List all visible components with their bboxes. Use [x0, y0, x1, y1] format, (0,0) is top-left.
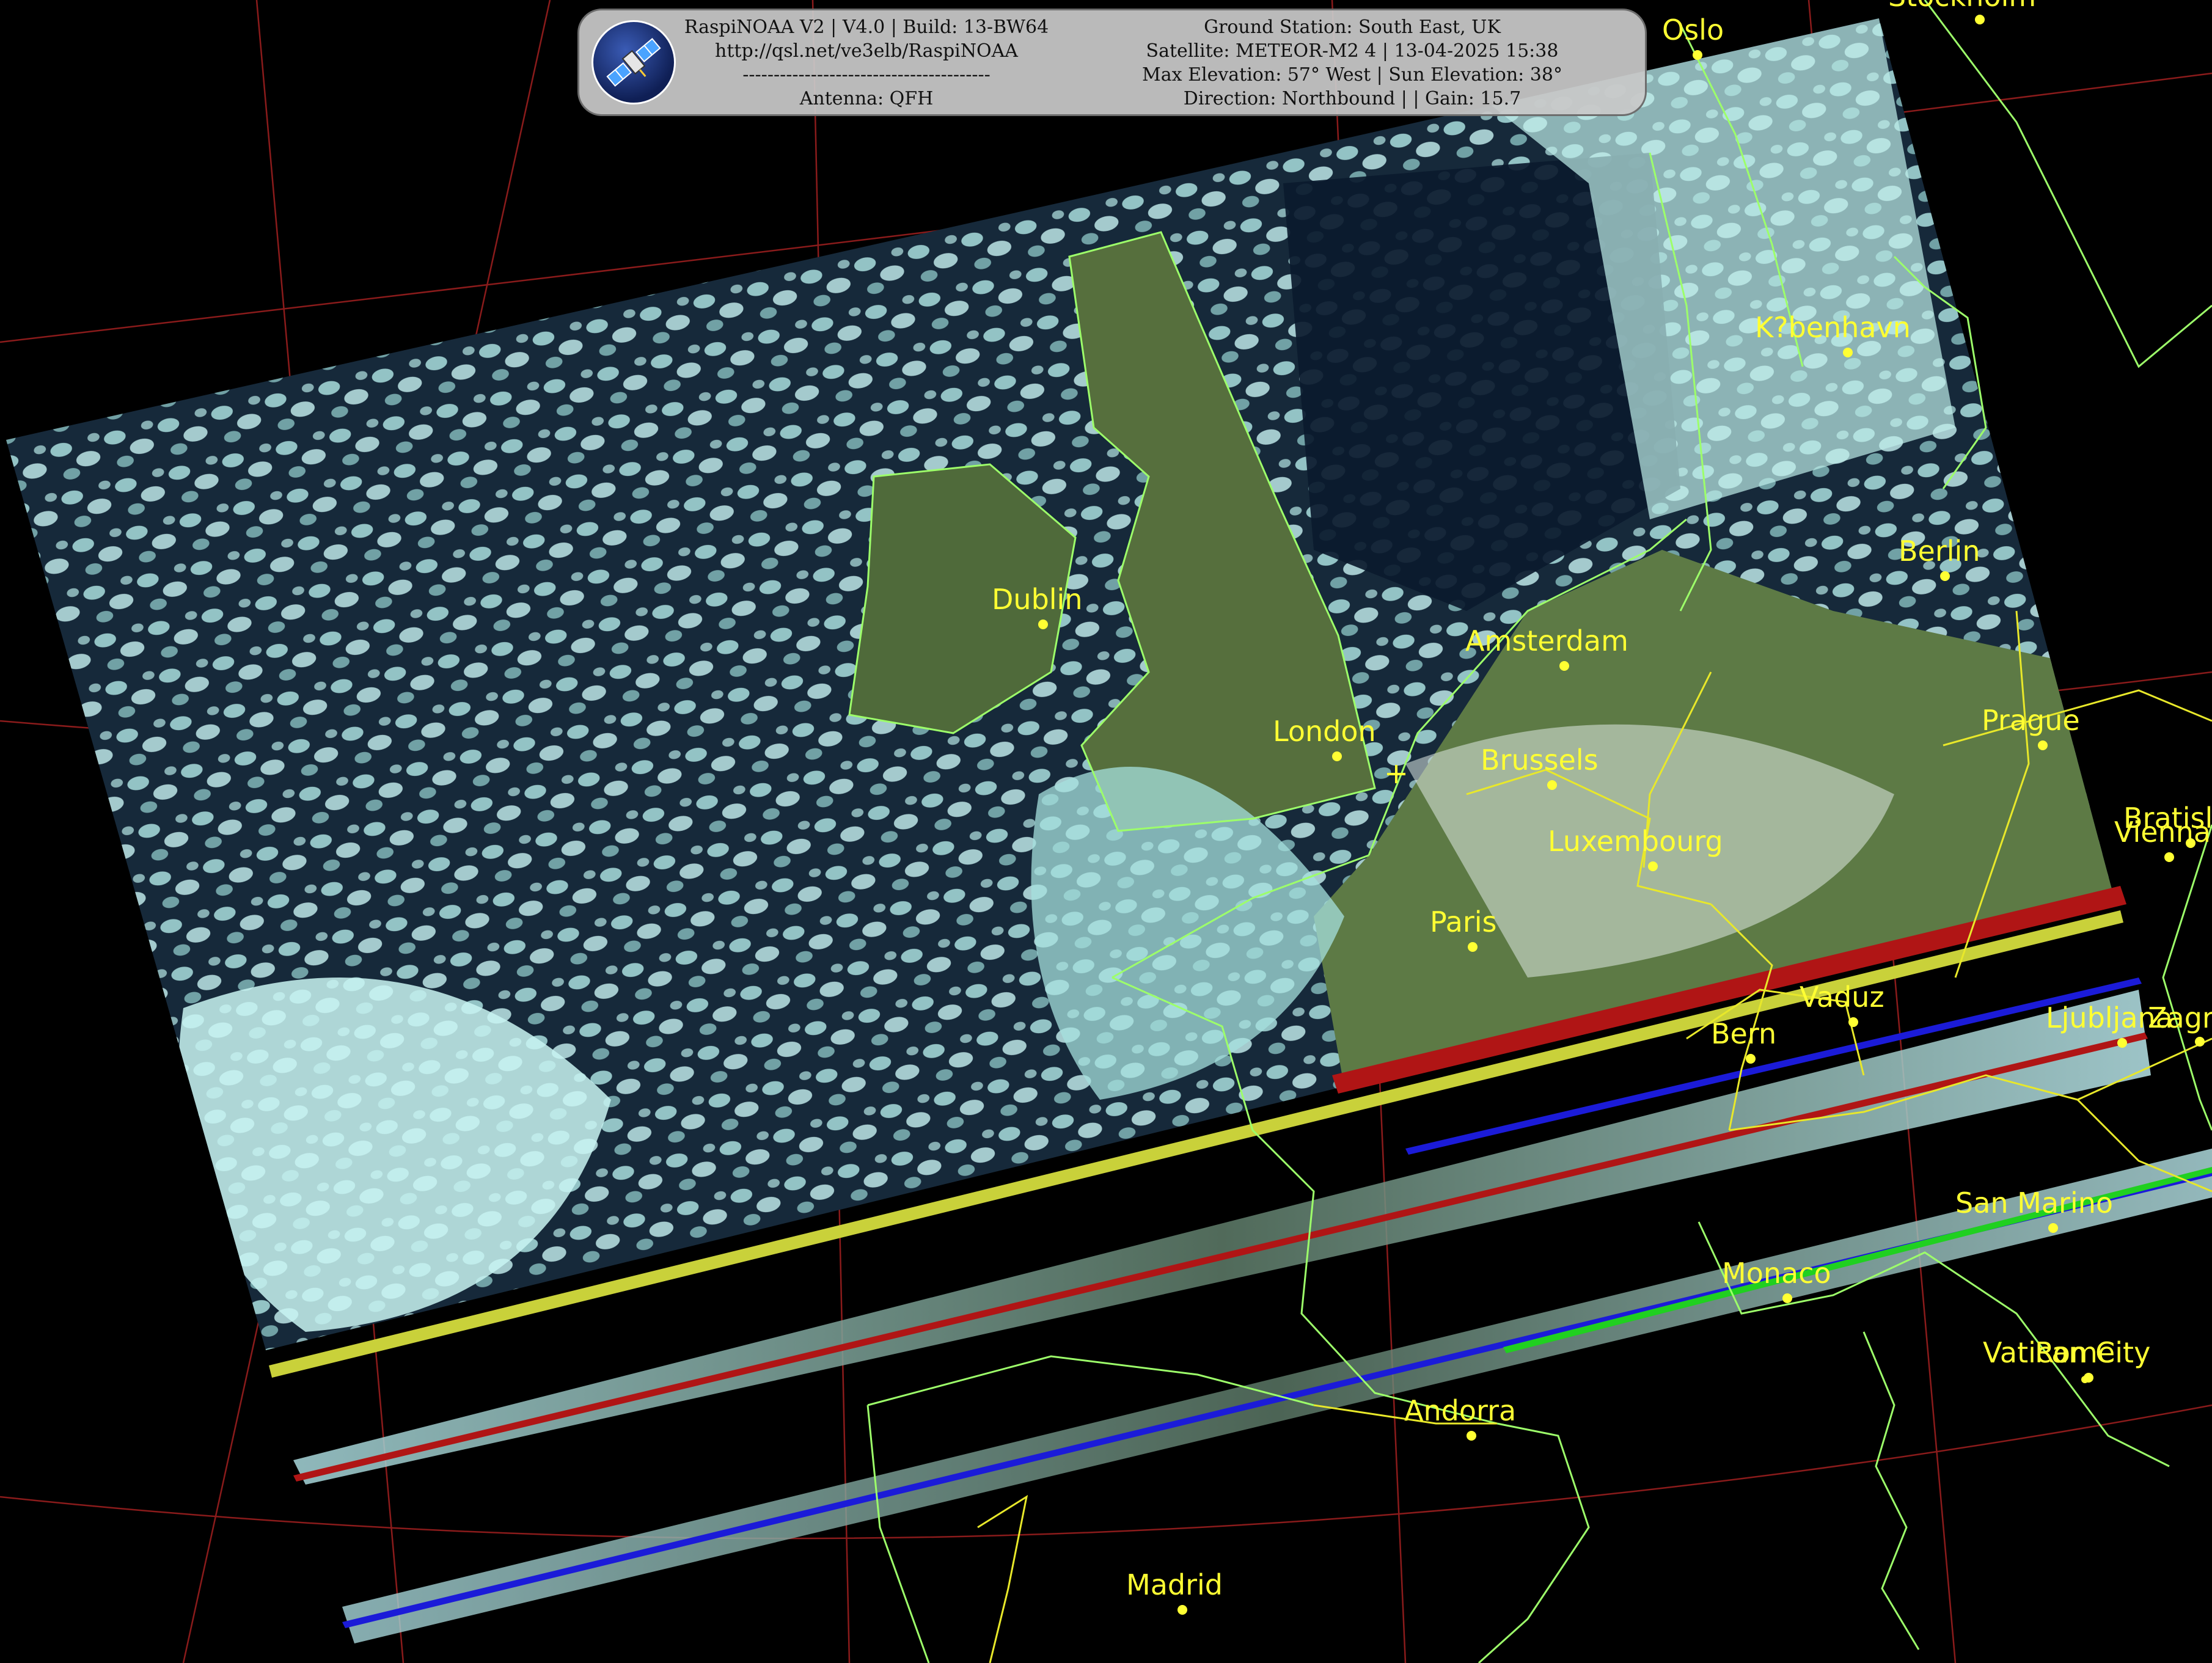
- svg-text:Paris: Paris: [1430, 905, 1497, 938]
- city-oslo: Oslo: [1662, 13, 1724, 60]
- svg-text:Dublin: Dublin: [992, 583, 1083, 616]
- svg-text:Prague: Prague: [1982, 704, 2080, 737]
- svg-text:Madrid: Madrid: [1126, 1568, 1223, 1601]
- city-stockholm: Stockholm: [1888, 0, 2036, 24]
- svg-text:Monaco: Monaco: [1722, 1257, 1831, 1290]
- svg-text:Stockholm: Stockholm: [1888, 0, 2036, 13]
- svg-text:Amsterdam: Amsterdam: [1465, 624, 1628, 657]
- satellite-map: Stockholm Oslo K?benhavn Berlin Dublin A…: [0, 0, 2212, 1663]
- software-info: RaspiNOAA V2 | V4.0 | Build: 13-BW64 htt…: [677, 15, 1056, 111]
- svg-text:K?benhavn: K?benhavn: [1755, 311, 1911, 344]
- software-url: http://qsl.net/ve3elb/RaspiNOAA: [715, 40, 1018, 62]
- svg-text:San Marino: San Marino: [1955, 1186, 2113, 1219]
- city-zagreb: Zagreb: [2148, 1001, 2212, 1047]
- city-andorra: Andorra: [1404, 1394, 1516, 1441]
- pass-info-panel: RaspiNOAA V2 | V4.0 | Build: 13-BW64 htt…: [577, 9, 1647, 116]
- svg-text:Bern: Bern: [1711, 1017, 1776, 1050]
- svg-text:Andorra: Andorra: [1404, 1394, 1516, 1427]
- svg-text:Vaduz: Vaduz: [1800, 981, 1884, 1014]
- svg-text:Oslo: Oslo: [1662, 13, 1724, 46]
- direction-gain: Direction: Northbound | | Gain: 15.7: [1183, 88, 1522, 109]
- svg-text:Vienna: Vienna: [2114, 816, 2211, 849]
- city-rome: Rome: [2035, 1336, 2115, 1383]
- software-version: RaspiNOAA V2 | V4.0 | Build: 13-BW64: [684, 16, 1049, 38]
- svg-text:Brussels: Brussels: [1481, 744, 1599, 777]
- raspinoaa-logo: [591, 20, 676, 104]
- city-bern: Bern: [1711, 1017, 1776, 1064]
- svg-text:Berlin: Berlin: [1899, 535, 1980, 568]
- svg-text:Rome: Rome: [2035, 1336, 2115, 1369]
- city-vienna: Vienna: [2114, 816, 2211, 862]
- svg-text:Zagreb: Zagreb: [2148, 1001, 2212, 1034]
- satellite-icon: [606, 38, 661, 87]
- pass-details: Ground Station: South East, UK Satellite…: [1068, 15, 1636, 111]
- city-madrid: Madrid: [1126, 1568, 1223, 1615]
- separator-line: ----------------------------------------: [742, 64, 991, 86]
- elevation-info: Max Elevation: 57° West | Sun Elevation:…: [1142, 64, 1562, 86]
- ground-station: Ground Station: South East, UK: [1204, 16, 1501, 38]
- antenna-info: Antenna: QFH: [799, 88, 934, 109]
- city-vaduz: Vaduz: [1800, 981, 1884, 1027]
- svg-text:Luxembourg: Luxembourg: [1548, 825, 1723, 858]
- svg-text:London: London: [1273, 715, 1376, 748]
- satellite-info: Satellite: METEOR-M2 4 | 13-04-2025 15:3…: [1146, 40, 1559, 62]
- satellite-swath: [6, 18, 2114, 1350]
